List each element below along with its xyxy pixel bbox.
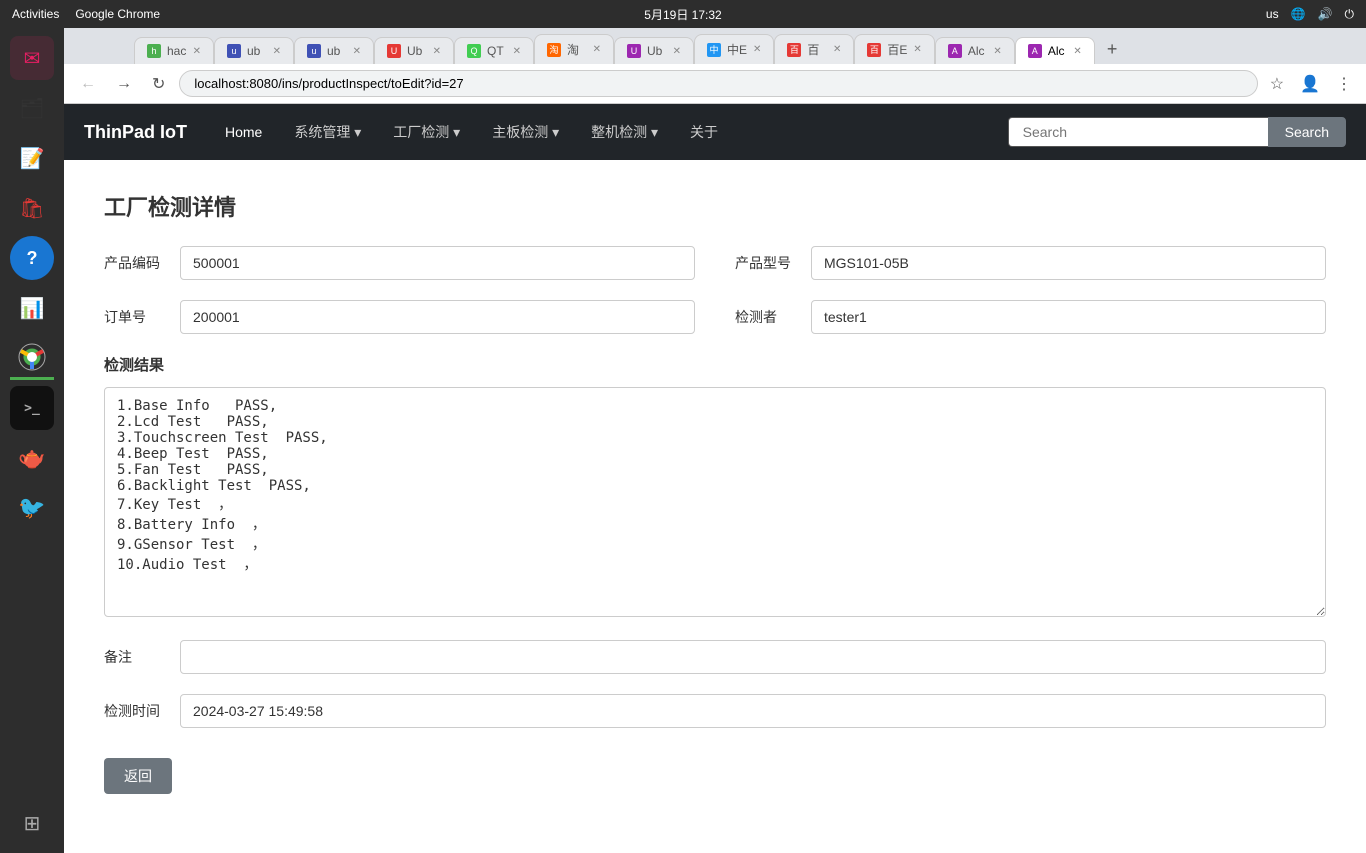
result-label: 检测结果 bbox=[104, 354, 1326, 375]
product-code-input[interactable] bbox=[180, 246, 695, 280]
tab-qt[interactable]: Q QT ✕ bbox=[454, 37, 534, 64]
page-title: 工厂检测详情 bbox=[104, 190, 1326, 222]
remark-row: 备注 bbox=[104, 640, 1326, 674]
tab-ub3[interactable]: U Ub ✕ bbox=[374, 37, 454, 64]
nav-item-home[interactable]: Home bbox=[211, 116, 276, 148]
grid-icon[interactable]: ⊞ bbox=[10, 801, 54, 845]
nav-search: Search bbox=[1008, 117, 1346, 147]
bookmark-button[interactable]: ☆ bbox=[1266, 72, 1288, 96]
tab-alc2[interactable]: A Alc ✕ bbox=[1015, 37, 1095, 64]
new-tab-button[interactable]: + bbox=[1099, 35, 1126, 64]
power-icon[interactable]: ⏻ bbox=[1345, 7, 1355, 22]
url-bar[interactable] bbox=[179, 70, 1257, 97]
form-row-2: 订单号 检测者 bbox=[104, 300, 1326, 334]
form-group-product-code: 产品编码 bbox=[104, 246, 695, 280]
order-no-label: 订单号 bbox=[104, 307, 164, 327]
form-group-tester: 检测者 bbox=[735, 300, 1326, 334]
nav-menu: Home 系统管理 ▾ 工厂检测 ▾ 主板检测 ▾ 整机检测 ▾ bbox=[211, 114, 1008, 150]
browser-menu-button[interactable]: ⋮ bbox=[1332, 72, 1356, 96]
tab-alc1[interactable]: A Alc ✕ bbox=[935, 37, 1015, 64]
back-button[interactable]: 返回 bbox=[104, 758, 172, 794]
tab-ub1[interactable]: u ub ✕ bbox=[214, 37, 294, 64]
tab-ub2[interactable]: u ub ✕ bbox=[294, 37, 374, 64]
product-type-input[interactable] bbox=[811, 246, 1326, 280]
taskbar: ✉ 🗂 📝 🛍 ? 📊 bbox=[0, 28, 64, 853]
systray-label: us bbox=[1266, 7, 1279, 21]
time-row: 检测时间 bbox=[104, 694, 1326, 728]
tab-bai1[interactable]: 百 百 ✕ bbox=[774, 34, 854, 64]
search-input[interactable] bbox=[1008, 117, 1268, 147]
address-bar: ← → ↻ ☆ 👤 ⋮ bbox=[64, 64, 1366, 104]
volume-icon: 🔊 bbox=[1318, 7, 1333, 21]
tab-zhong[interactable]: 中 中E ✕ bbox=[694, 34, 774, 64]
network-icon: 🌐 bbox=[1291, 7, 1306, 21]
form-row-1: 产品编码 产品型号 bbox=[104, 246, 1326, 280]
form-group-order-no: 订单号 bbox=[104, 300, 695, 334]
appstore-icon[interactable]: 🛍 bbox=[10, 186, 54, 230]
activities-label[interactable]: Activities bbox=[12, 7, 59, 21]
time-label: 检测时间 bbox=[104, 701, 164, 721]
tab-close-bai1[interactable]: ✕ bbox=[833, 44, 841, 55]
help-icon[interactable]: ? bbox=[10, 236, 54, 280]
files-icon[interactable]: 🗂 bbox=[10, 86, 54, 130]
nav-item-system[interactable]: 系统管理 ▾ bbox=[280, 114, 375, 150]
main-content: 工厂检测详情 产品编码 产品型号 bbox=[64, 160, 1366, 824]
remark-input[interactable] bbox=[180, 640, 1326, 674]
nav-item-factory[interactable]: 工厂检测 ▾ bbox=[379, 114, 474, 150]
remark-label: 备注 bbox=[104, 647, 164, 667]
tab-close-ub2[interactable]: ✕ bbox=[353, 46, 361, 57]
nav-item-about[interactable]: 关于 bbox=[676, 114, 732, 150]
tab-close-zhong[interactable]: ✕ bbox=[753, 44, 761, 55]
tab-close-qt[interactable]: ✕ bbox=[513, 46, 521, 57]
result-textarea[interactable]: 1.Base Info PASS, 2.Lcd Test PASS, 3.Tou… bbox=[104, 387, 1326, 617]
tab-close-tao[interactable]: ✕ bbox=[593, 44, 601, 55]
tab-close-ub4[interactable]: ✕ bbox=[673, 46, 681, 57]
time-input[interactable] bbox=[180, 694, 1326, 728]
tab-bar: h hac ✕ u ub ✕ u ub ✕ U Ub ✕ bbox=[64, 28, 1366, 64]
nav-item-motherboard[interactable]: 主板检测 ▾ bbox=[478, 114, 573, 150]
tester-label: 检测者 bbox=[735, 307, 795, 327]
product-code-label: 产品编码 bbox=[104, 253, 164, 273]
app-navbar: ThinPad IoT Home 系统管理 ▾ 工厂检测 ▾ 主板检测 ▾ bbox=[64, 104, 1366, 160]
analytics-icon[interactable]: 📊 bbox=[10, 286, 54, 330]
datetime-label: 5月19日 17:32 bbox=[644, 8, 721, 22]
tab-close-bai2[interactable]: ✕ bbox=[913, 44, 921, 55]
mikutter-icon[interactable]: 🐦 bbox=[10, 486, 54, 530]
tab-close-ub3[interactable]: ✕ bbox=[433, 46, 441, 57]
terminal-icon[interactable]: >_ bbox=[10, 386, 54, 430]
reload-button[interactable]: ↻ bbox=[146, 72, 171, 96]
search-button[interactable]: Search bbox=[1268, 117, 1346, 147]
result-section: 检测结果 1.Base Info PASS, 2.Lcd Test PASS, … bbox=[104, 354, 1326, 620]
product-type-label: 产品型号 bbox=[735, 253, 795, 273]
tester-input[interactable] bbox=[811, 300, 1326, 334]
teapot-icon[interactable]: 🫖 bbox=[10, 436, 54, 480]
page-body: ThinPad IoT Home 系统管理 ▾ 工厂检测 ▾ 主板检测 ▾ bbox=[64, 104, 1366, 853]
tab-ub4[interactable]: U Ub ✕ bbox=[614, 37, 694, 64]
writer-icon[interactable]: 📝 bbox=[10, 136, 54, 180]
app-brand: ThinPad IoT bbox=[84, 122, 187, 143]
profile-button[interactable]: 👤 bbox=[1296, 72, 1324, 96]
form-group-product-type: 产品型号 bbox=[735, 246, 1326, 280]
tab-close-alc1[interactable]: ✕ bbox=[993, 46, 1001, 57]
tab-close-hac[interactable]: ✕ bbox=[193, 46, 201, 57]
tab-close-alc2[interactable]: ✕ bbox=[1073, 46, 1081, 57]
nav-item-whole[interactable]: 整机检测 ▾ bbox=[577, 114, 672, 150]
tab-hac[interactable]: h hac ✕ bbox=[134, 37, 214, 64]
chrome-icon[interactable] bbox=[10, 336, 54, 380]
tab-bai2[interactable]: 百 百E ✕ bbox=[854, 34, 934, 64]
os-bar: Activities Google Chrome 5月19日 17:32 us … bbox=[0, 0, 1366, 28]
app-name-label: Google Chrome bbox=[75, 7, 160, 21]
tab-close-ub1[interactable]: ✕ bbox=[273, 46, 281, 57]
tab-tao[interactable]: 淘 淘 ✕ bbox=[534, 34, 614, 64]
email-icon[interactable]: ✉ bbox=[10, 36, 54, 80]
back-button[interactable]: ← bbox=[74, 73, 102, 95]
order-no-input[interactable] bbox=[180, 300, 695, 334]
forward-button[interactable]: → bbox=[110, 73, 138, 95]
